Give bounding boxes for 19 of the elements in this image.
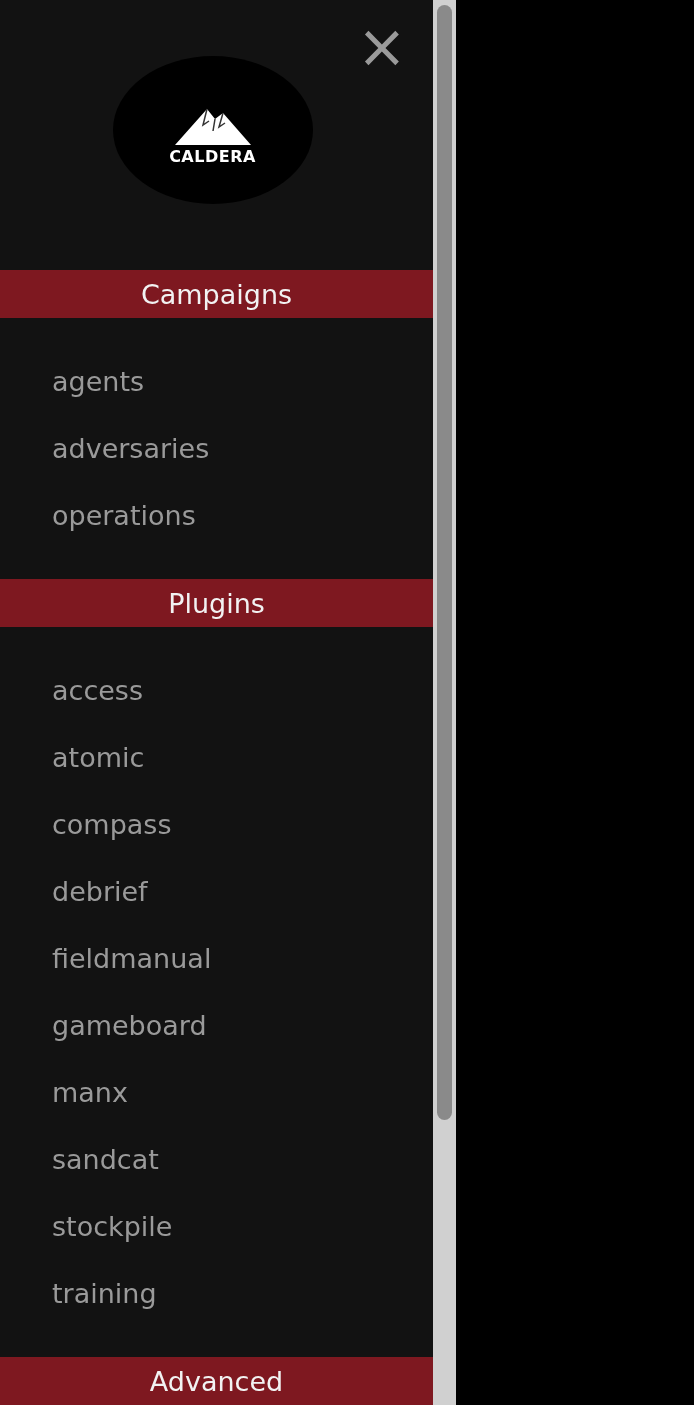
nav-link[interactable]: stockpile: [0, 1193, 433, 1260]
nav-link[interactable]: adversaries: [0, 415, 433, 482]
section-header: Advanced: [0, 1357, 433, 1405]
nav-link[interactable]: fieldmanual: [0, 925, 433, 992]
nav-link[interactable]: atomic: [0, 724, 433, 791]
nav-link[interactable]: debrief: [0, 858, 433, 925]
nav-link[interactable]: sandcat: [0, 1126, 433, 1193]
nav-link[interactable]: access: [0, 657, 433, 724]
nav-link[interactable]: operations: [0, 482, 433, 549]
logo-text: CALDERA: [169, 146, 256, 166]
scrollbar-thumb[interactable]: [437, 5, 452, 1120]
close-button[interactable]: ×: [356, 14, 407, 78]
nav-link[interactable]: gameboard: [0, 992, 433, 1059]
nav-link[interactable]: training: [0, 1260, 433, 1327]
nav-link[interactable]: agents: [0, 348, 433, 415]
nav-link[interactable]: compass: [0, 791, 433, 858]
section-header: Campaigns: [0, 270, 433, 318]
section-header: Plugins: [0, 579, 433, 627]
nav-link[interactable]: manx: [0, 1059, 433, 1126]
